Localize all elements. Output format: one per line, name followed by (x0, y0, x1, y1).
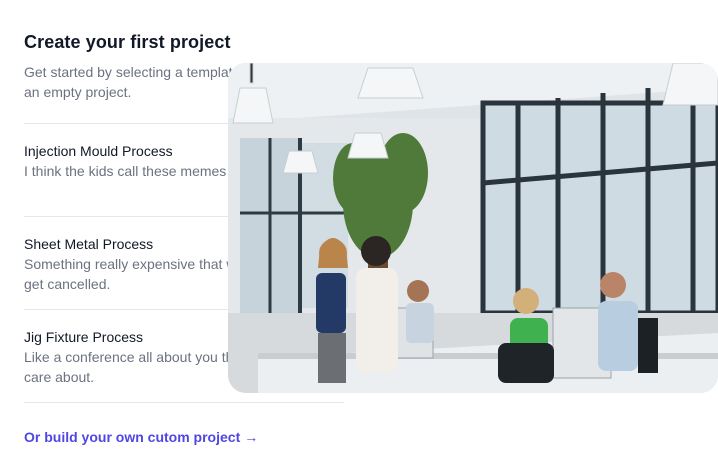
list-divider (24, 402, 344, 403)
page-title: Create your first project (24, 32, 231, 52)
office-meeting-photo (228, 63, 718, 393)
build-custom-project-link[interactable]: Or build your own cutom project → (24, 428, 258, 446)
arrow-right-icon: → (244, 429, 259, 445)
onboarding-page: Create your first project Get started by… (0, 0, 718, 455)
cta-label: Or build your own cutom project (24, 429, 241, 445)
office-scene-illustration (228, 63, 718, 393)
